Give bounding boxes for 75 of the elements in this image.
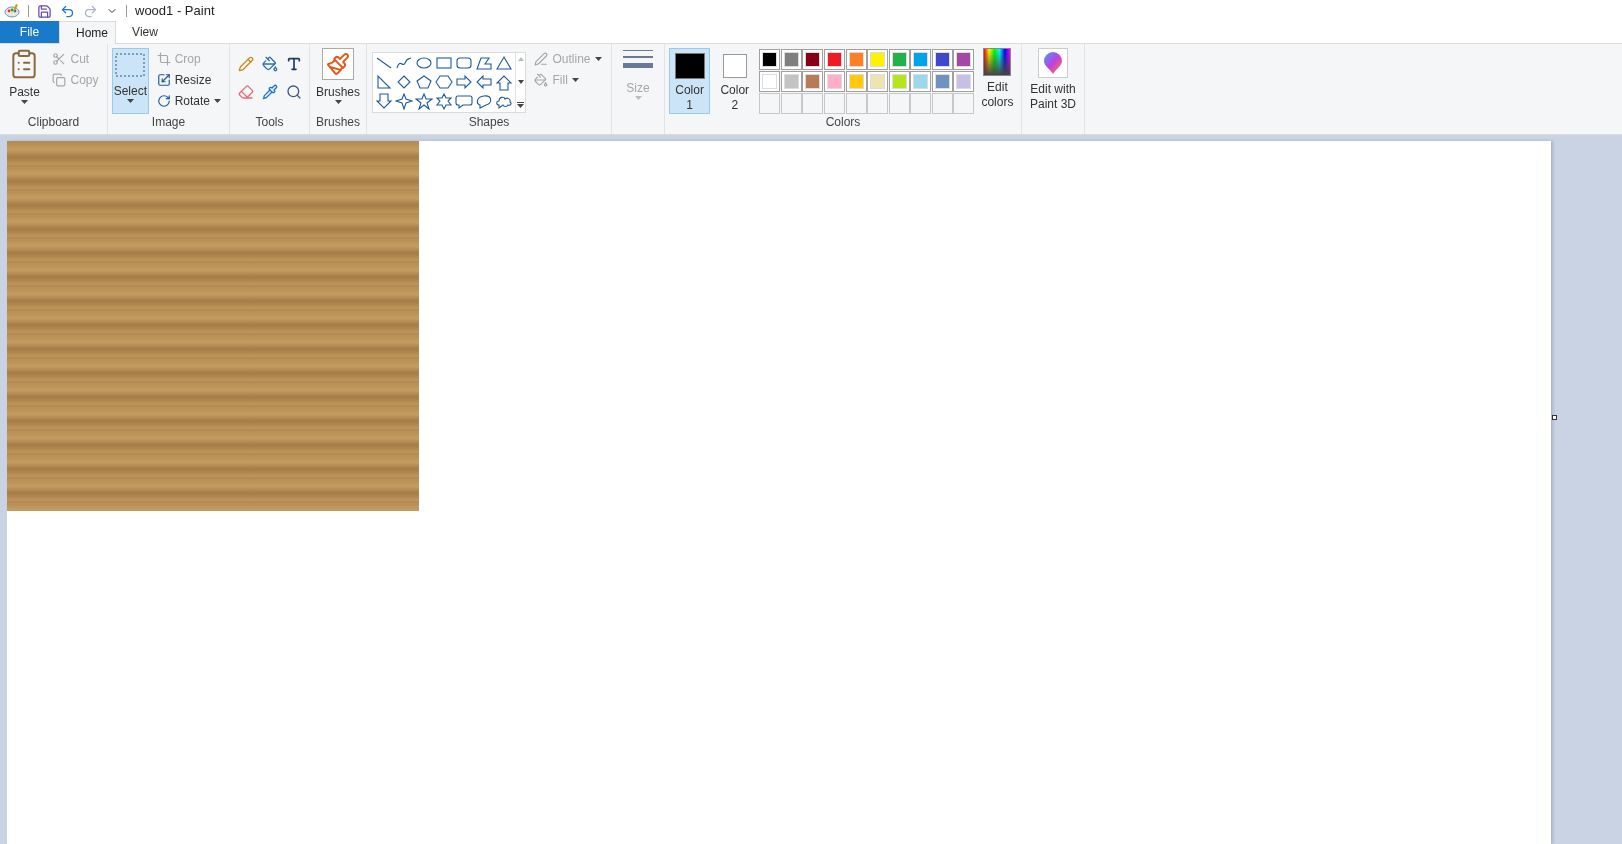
resize-button[interactable]: Resize	[152, 69, 225, 90]
paint-3d-icon	[1038, 48, 1068, 78]
polygon-icon[interactable]	[475, 55, 494, 72]
caret-icon	[21, 100, 28, 104]
custom-swatch[interactable]	[910, 93, 932, 114]
color-picker-icon[interactable]	[261, 84, 278, 100]
undo-icon[interactable]	[60, 3, 75, 19]
copy-icon	[52, 72, 67, 87]
group-label: Shapes	[467, 114, 511, 131]
resize-handle[interactable]	[1552, 415, 1557, 420]
paint-3d-button[interactable]: Edit with Paint 3D	[1026, 48, 1080, 112]
crop-icon	[156, 51, 171, 66]
rounded-rectangle-icon[interactable]	[455, 55, 474, 72]
custom-swatch[interactable]	[888, 93, 910, 114]
color-spectrum-icon	[983, 48, 1012, 76]
custom-swatch[interactable]	[845, 93, 867, 114]
selection-rectangle-icon	[115, 53, 146, 79]
window-title: wood1 - Paint	[135, 2, 215, 21]
resize-icon	[156, 72, 171, 87]
custom-swatch[interactable]	[824, 93, 845, 114]
triangle-icon[interactable]	[495, 55, 514, 72]
caret-icon	[126, 99, 134, 103]
custom-swatch[interactable]	[867, 93, 889, 114]
expand-gallery-icon[interactable]	[517, 102, 525, 108]
group-label: Colors	[824, 114, 862, 131]
custom-swatch[interactable]	[759, 93, 781, 114]
down-arrow-icon[interactable]	[375, 93, 394, 110]
group-label: Image	[150, 114, 187, 131]
paint-bucket-icon[interactable]	[261, 56, 278, 72]
save-icon[interactable]	[37, 3, 52, 19]
ribbon-tab[interactable]: File	[0, 21, 59, 43]
oval-callout-icon[interactable]	[475, 93, 494, 110]
four-point-star-icon[interactable]	[395, 93, 414, 110]
scissors-icon	[52, 51, 67, 66]
custom-swatch[interactable]	[780, 93, 802, 114]
pen-icon	[534, 51, 549, 66]
caret-icon	[634, 96, 642, 100]
custom-swatch[interactable]	[931, 93, 953, 114]
rotate-button[interactable]: Rotate	[152, 90, 225, 111]
color-slot[interactable]: Color 1	[669, 48, 711, 114]
paint-bucket-icon	[534, 72, 549, 87]
right-arrow-icon[interactable]	[455, 74, 474, 91]
ribbon-tab[interactable]: Home	[59, 21, 116, 44]
up-arrow-icon[interactable]	[495, 74, 514, 91]
custom-swatch[interactable]	[953, 93, 975, 114]
six-point-star-icon[interactable]	[435, 93, 454, 110]
edit-colors-button[interactable]: Edit colors	[977, 48, 1017, 110]
magnifier-icon[interactable]	[285, 84, 302, 100]
caret-icon	[594, 56, 602, 61]
scroll-down-icon[interactable]	[518, 79, 524, 84]
oval-icon[interactable]	[415, 55, 434, 72]
pentagon-icon[interactable]	[415, 74, 434, 91]
paste-button[interactable]: Paste	[4, 48, 45, 104]
brushes-button[interactable]: Brushes	[316, 48, 360, 104]
rotate-icon	[156, 93, 171, 108]
hexagon-icon[interactable]	[435, 74, 454, 91]
text-icon[interactable]	[285, 56, 302, 72]
five-point-star-icon[interactable]	[415, 93, 434, 110]
left-arrow-icon[interactable]	[475, 74, 494, 91]
color-slot[interactable]: Color 2	[714, 48, 756, 114]
group-label: Clipboard	[26, 114, 81, 131]
pencil-icon[interactable]	[237, 56, 254, 72]
select-button[interactable]: Select	[112, 48, 149, 114]
caret-icon	[214, 98, 221, 103]
rounded-callout-icon[interactable]	[455, 93, 474, 110]
caret-icon	[334, 100, 342, 104]
caret-icon	[571, 77, 579, 82]
right-triangle-icon[interactable]	[375, 74, 394, 91]
eraser-icon[interactable]	[237, 84, 254, 100]
group-label: Tools	[254, 114, 285, 131]
brush-icon	[322, 48, 354, 80]
custom-swatch[interactable]	[802, 93, 824, 114]
ribbon-tab[interactable]: View	[116, 21, 174, 43]
palette-icon[interactable]	[4, 3, 20, 19]
group-label: Brushes	[315, 114, 361, 131]
